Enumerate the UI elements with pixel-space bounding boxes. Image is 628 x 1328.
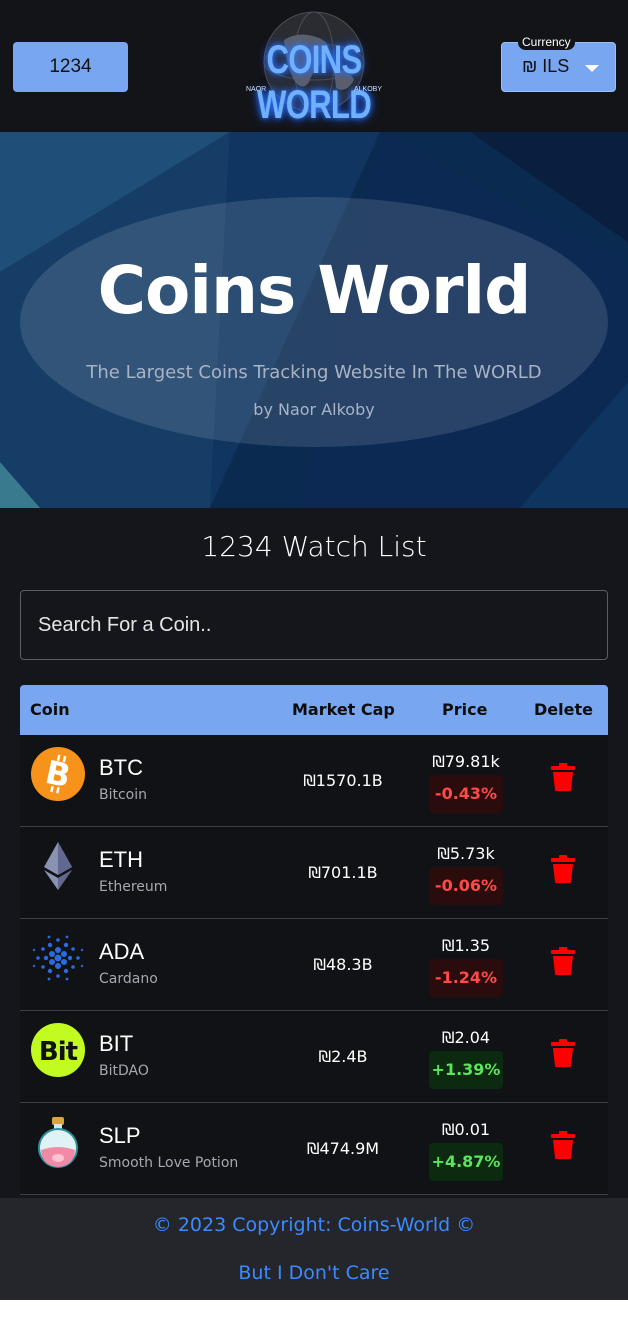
currency-select[interactable]: Currency ₪ ILS bbox=[501, 35, 616, 92]
column-header-price[interactable]: Price bbox=[442, 700, 487, 719]
delete-icon[interactable] bbox=[551, 1039, 575, 1067]
price-change-badge: -0.06% bbox=[429, 867, 503, 905]
user-button[interactable]: 1234 bbox=[13, 42, 128, 92]
delete-icon[interactable] bbox=[551, 1131, 575, 1159]
delete-icon[interactable] bbox=[551, 947, 575, 975]
table-row[interactable]: Bit BIT BitDAO ₪2.4B ₪2.04 +1.39% bbox=[20, 1011, 608, 1103]
coin-price: ₪5.73k bbox=[437, 844, 495, 863]
potion-icon bbox=[38, 1117, 78, 1168]
market-cap: ₪48.3B bbox=[313, 955, 373, 974]
market-cap: ₪2.4B bbox=[318, 1047, 368, 1066]
watchlist-section: 1234 Watch List Coin Market Cap Price De… bbox=[0, 508, 628, 1198]
table-row[interactable]: ETH Ethereum ₪701.1B ₪5.73k -0.06% bbox=[20, 827, 608, 919]
coins-table: Coin Market Cap Price Delete B BTC Bitco… bbox=[20, 685, 608, 1195]
coin-price: ₪2.04 bbox=[441, 1028, 491, 1047]
svg-text:Bit: Bit bbox=[39, 1037, 78, 1067]
price-change-badge: -0.43% bbox=[429, 775, 503, 813]
coin-price: ₪79.81k bbox=[432, 752, 500, 771]
hero-subtitle: The Largest Coins Tracking Website In Th… bbox=[86, 362, 542, 383]
currency-value: ₪ ILS bbox=[522, 56, 570, 76]
table-header: Coin Market Cap Price Delete bbox=[20, 685, 608, 735]
bitdao-icon: Bit bbox=[31, 1023, 85, 1077]
price-change-badge: +4.87% bbox=[429, 1143, 503, 1181]
delete-icon[interactable] bbox=[551, 855, 575, 883]
watchlist-title: 1234 Watch List bbox=[201, 530, 427, 563]
market-cap: ₪1570.1B bbox=[303, 771, 383, 790]
market-cap: ₪474.9M bbox=[306, 1139, 380, 1158]
price-change-badge: +1.39% bbox=[429, 1051, 503, 1089]
market-cap: ₪701.1B bbox=[308, 863, 378, 882]
app-header: 1234 COINS WORLD NAOR ALKOBY Currency ₪ … bbox=[0, 0, 628, 132]
table-row[interactable]: SLP Smooth Love Potion ₪474.9M ₪0.01 +4.… bbox=[20, 1103, 608, 1195]
coin-name: Bitcoin bbox=[99, 787, 148, 803]
logo[interactable]: COINS WORLD NAOR ALKOBY bbox=[214, 10, 414, 127]
coin-name: BitDAO bbox=[99, 1063, 149, 1079]
hero-title: Coins World bbox=[97, 252, 532, 329]
price-change-badge: -1.24% bbox=[429, 959, 503, 997]
coin-symbol: BIT bbox=[99, 1031, 134, 1056]
search-input[interactable] bbox=[20, 590, 608, 660]
chevron-down-icon bbox=[585, 65, 599, 72]
column-header-delete: Delete bbox=[534, 700, 593, 719]
coin-symbol: ETH bbox=[99, 847, 143, 872]
table-row[interactable]: ADA Cardano ₪48.3B ₪1.35 -1.24% bbox=[20, 919, 608, 1011]
currency-label: Currency bbox=[518, 35, 575, 50]
footer: © 2023 Copyright: Coins-World © But I Do… bbox=[0, 1198, 628, 1300]
coin-price: ₪0.01 bbox=[441, 1120, 491, 1139]
hero-banner: Coins World The Largest Coins Tracking W… bbox=[0, 132, 628, 508]
logo-subtitle-right: ALKOBY bbox=[354, 86, 383, 93]
footer-tagline-link[interactable]: But I Don't Care bbox=[0, 1262, 628, 1284]
footer-copyright-link[interactable]: © 2023 Copyright: Coins-World © bbox=[0, 1214, 628, 1236]
delete-icon[interactable] bbox=[551, 763, 575, 791]
coin-name: Smooth Love Potion bbox=[99, 1155, 239, 1171]
ethereum-icon bbox=[44, 842, 72, 890]
coin-name: Ethereum bbox=[99, 879, 168, 895]
logo-title: COINS WORLD bbox=[257, 38, 372, 127]
table-row[interactable]: B BTC Bitcoin ₪1570.1B ₪79.81k -0.43% bbox=[20, 735, 608, 827]
logo-subtitle-left: NAOR bbox=[246, 86, 267, 93]
bitcoin-icon: B bbox=[31, 747, 85, 801]
coin-name: Cardano bbox=[99, 971, 158, 987]
hero-byline: by Naor Alkoby bbox=[253, 400, 375, 419]
column-header-market-cap[interactable]: Market Cap bbox=[292, 700, 395, 719]
column-header-coin[interactable]: Coin bbox=[30, 700, 70, 719]
coin-symbol: ADA bbox=[99, 939, 145, 964]
cardano-icon bbox=[32, 935, 84, 981]
coin-price: ₪1.35 bbox=[441, 936, 491, 955]
coin-symbol: SLP bbox=[99, 1123, 141, 1148]
coin-symbol: BTC bbox=[99, 755, 143, 780]
